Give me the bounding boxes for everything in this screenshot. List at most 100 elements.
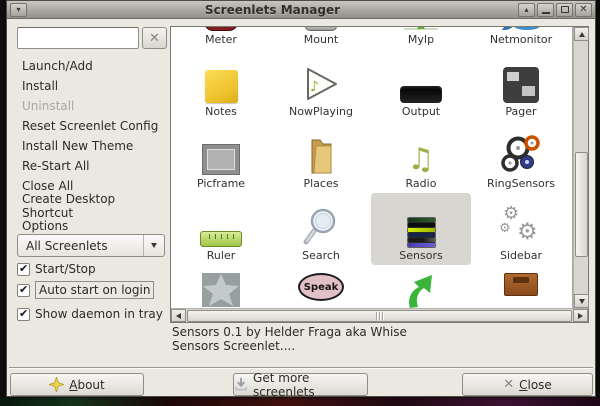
crate-icon	[474, 269, 568, 308]
screenlet-label: Ruler	[207, 249, 235, 265]
filter-dropdown-value: All Screenlets	[18, 239, 143, 253]
chevron-down-icon	[144, 243, 164, 248]
window-title: Screenlets Manager	[28, 3, 517, 17]
close-icon: ✕	[579, 5, 587, 15]
screenlet-sidebar[interactable]: ⚙⚙⚙ Sidebar	[471, 193, 571, 265]
checkbox-label: Show daemon in tray	[35, 307, 163, 321]
screenlet-label: Sensors	[399, 249, 442, 265]
screenlet-myip[interactable]: MyIp	[371, 27, 471, 49]
get-more-screenlets-button[interactable]: Get more screenlets	[233, 373, 368, 396]
screenlet-label: RingSensors	[487, 177, 555, 193]
places-folder-icon	[274, 125, 368, 177]
horizontal-scrollbar-thumb[interactable]	[187, 310, 572, 322]
menu-item-reset-config[interactable]: Reset Screenlet Config	[22, 116, 167, 136]
vertical-scrollbar[interactable]	[573, 27, 588, 308]
close-window-button[interactable]: ✕	[575, 3, 592, 17]
vertical-scrollbar-thumb[interactable]	[575, 152, 588, 257]
screenlet-ringsensors[interactable]: RingSensors	[471, 121, 571, 193]
screenlet-meter[interactable]: Meter	[171, 27, 271, 49]
horizontal-scrollbar[interactable]	[171, 308, 588, 322]
titlebar[interactable]: ▾ Screenlets Manager ▴ ✕	[7, 1, 595, 19]
menu-item-launch-add[interactable]: Launch/Add	[22, 56, 167, 76]
screenlet-label: Meter	[205, 33, 237, 49]
screenlet-pager[interactable]: Pager	[471, 49, 571, 121]
scroll-down-arrow-icon[interactable]	[574, 294, 589, 308]
menu-item-create-desktop-shortcut[interactable]: Create Desktop Shortcut	[22, 196, 167, 216]
scroll-right-arrow-icon[interactable]	[573, 309, 588, 322]
screenlet-notes[interactable]: Notes	[171, 49, 271, 121]
screenlet-speak[interactable]: Speak	[271, 265, 371, 308]
shade-icon: ▴	[524, 6, 528, 14]
shade-button[interactable]: ▴	[518, 3, 535, 17]
picframe-icon	[174, 125, 268, 177]
icon-grid: Meter Mount MyIp	[171, 27, 571, 308]
window-menu-button[interactable]: ▾	[10, 3, 27, 17]
about-label: About	[69, 378, 105, 392]
ringsensors-icon	[474, 125, 568, 177]
screenlet-label: NowPlaying	[289, 105, 353, 121]
menu-item-install-new-theme[interactable]: Install New Theme	[22, 136, 167, 156]
close-x-icon: ✕	[503, 377, 514, 392]
minimize-button[interactable]	[537, 3, 554, 17]
checkbox-auto-start-on-login[interactable]: Auto start on login	[17, 281, 154, 299]
checkbox-show-daemon-in-tray[interactable]: Show daemon in tray	[17, 307, 163, 321]
action-menu: Launch/Add Install Uninstall Reset Scree…	[22, 56, 167, 236]
search-input[interactable]	[17, 27, 139, 49]
close-button[interactable]: ✕ Close	[462, 373, 593, 396]
screenlet-radio[interactable]: ♫ Radio	[371, 121, 471, 193]
scroll-up-arrow-icon[interactable]	[574, 27, 589, 41]
screenlet-label: Mount	[304, 33, 338, 49]
notes-icon	[174, 53, 268, 105]
screenlet-places[interactable]: Places	[271, 121, 371, 193]
screenlet-label: Notes	[205, 105, 237, 121]
screenlet-search[interactable]: Search	[271, 193, 371, 265]
screenlet-crate[interactable]	[471, 265, 571, 308]
screenlet-netmonitor[interactable]: Netmonitor	[471, 27, 571, 49]
checkbox-checked-icon	[17, 263, 30, 276]
close-label: Close	[519, 378, 552, 392]
menu-item-install[interactable]: Install	[22, 76, 167, 96]
ruler-icon	[174, 197, 268, 249]
screenlet-arrow[interactable]	[371, 265, 471, 308]
sensors-icon	[374, 197, 468, 249]
icon-view-canvas: Meter Mount MyIp	[171, 27, 573, 308]
screenlet-description: Sensors 0.1 by Helder Fraga aka Whise Se…	[172, 325, 582, 353]
search-row: ✕	[17, 27, 167, 49]
screenlet-nowplaying[interactable]: ♪ NowPlaying	[271, 49, 371, 121]
screenlet-sensors-selected[interactable]: Sensors	[371, 193, 471, 265]
clear-search-icon: ✕	[149, 31, 160, 46]
screenlet-label: Picframe	[197, 177, 245, 193]
screenlet-picframe[interactable]: Picframe	[171, 121, 271, 193]
maximize-icon	[561, 6, 569, 13]
pager-icon	[474, 53, 568, 105]
screenlet-label: Places	[304, 177, 339, 193]
get-more-label: Get more screenlets	[253, 371, 367, 399]
minimize-icon	[542, 12, 550, 14]
filter-dropdown[interactable]: All Screenlets	[17, 234, 165, 257]
menu-item-uninstall: Uninstall	[22, 96, 167, 116]
scroll-left-arrow-icon[interactable]	[171, 309, 186, 322]
about-button[interactable]: About	[10, 373, 144, 396]
window-body: ✕ Launch/Add Install Uninstall Reset Scr…	[7, 19, 595, 397]
screenlets-manager-window: ▾ Screenlets Manager ▴ ✕ ✕ Launch/Add In…	[6, 0, 596, 397]
checkbox-label: Start/Stop	[35, 262, 96, 276]
screenlet-star[interactable]	[171, 265, 271, 308]
svg-text:♪: ♪	[310, 79, 319, 95]
magnifier-icon	[274, 197, 368, 249]
description-line1: Sensors 0.1 by Helder Fraga aka Whise	[172, 325, 582, 339]
clear-search-button[interactable]: ✕	[142, 27, 167, 49]
green-arrow-icon	[374, 269, 468, 308]
speak-icon-text: Speak	[304, 282, 339, 293]
screenlet-mount[interactable]: Mount	[271, 27, 371, 49]
checkbox-checked-icon	[17, 284, 30, 297]
star-icon	[174, 269, 268, 308]
checkbox-start-stop[interactable]: Start/Stop	[17, 262, 96, 276]
screenlet-ruler[interactable]: Ruler	[171, 193, 271, 265]
maximize-button[interactable]	[556, 3, 573, 17]
description-line2: Sensors Screenlet....	[172, 339, 582, 353]
screenlet-output[interactable]: Output	[371, 49, 471, 121]
screenlet-label: Radio	[406, 177, 437, 193]
screenlet-label: Sidebar	[500, 249, 542, 265]
screenlet-icon-view: Meter Mount MyIp	[170, 26, 589, 323]
menu-item-restart-all[interactable]: Re-Start All	[22, 156, 167, 176]
